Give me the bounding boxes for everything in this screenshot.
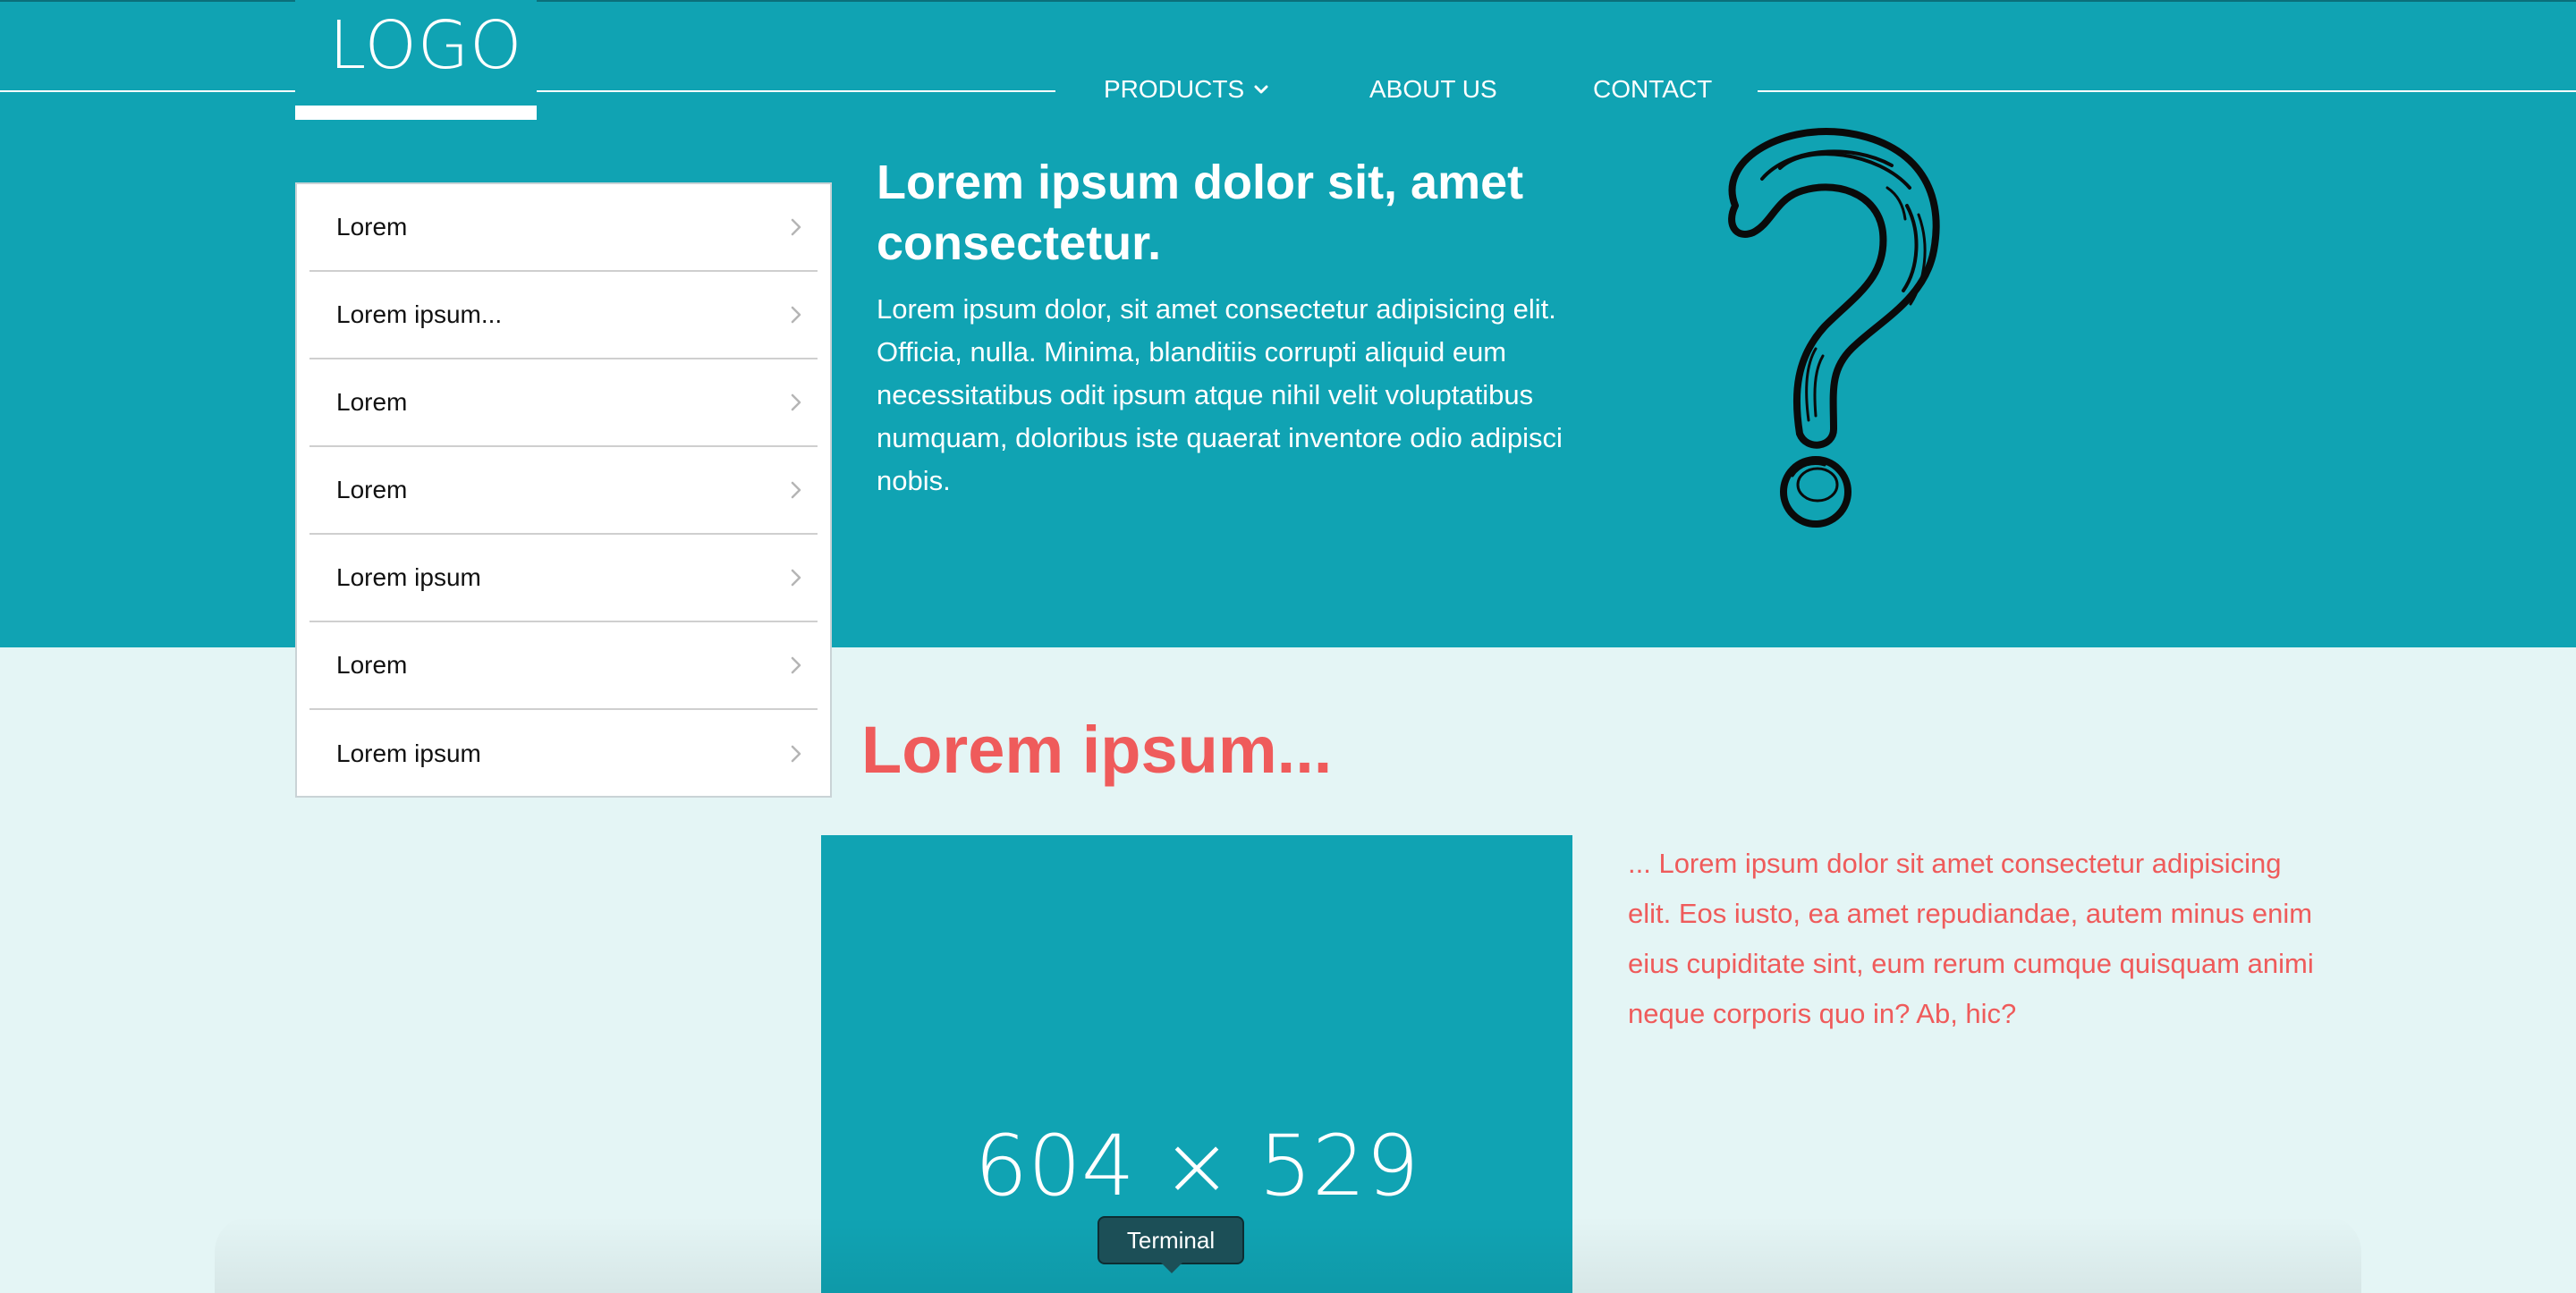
chevron-right-icon [791,393,801,411]
nav-products[interactable]: PRODUCTS [1104,75,1269,104]
sidebar-item[interactable]: Lorem ipsum [309,535,818,622]
nav-about-us-label: ABOUT US [1369,75,1497,103]
sidebar-item-label: Lorem ipsum... [336,300,503,328]
chevron-down-icon [1254,85,1268,94]
tooltip-tail [1161,1263,1182,1273]
sidebar-menu: Lorem Lorem ipsum... Lorem Lorem Lorem i… [295,182,832,798]
sidebar-item-label: Lorem ipsum [336,563,481,591]
chevron-right-icon [791,569,801,587]
nav-contact[interactable]: CONTACT [1593,75,1712,104]
section-title: Lorem ipsum... [861,713,1333,787]
nav-contact-label: CONTACT [1593,75,1713,103]
logo-text: LOGO [329,7,523,84]
chevron-right-icon [791,218,801,236]
sidebar-item[interactable]: Lorem [309,447,818,535]
logo[interactable]: LOGO [295,0,537,120]
sidebar-item[interactable]: Lorem ipsum... [309,272,818,359]
question-mark-sketch-icon [1728,128,1940,528]
sidebar-item-label: Lorem [336,476,408,503]
sidebar-item-label: Lorem ipsum [336,739,481,767]
nav-about-us[interactable]: ABOUT US [1369,75,1497,104]
placeholder-size-label: 604 × 529 [974,1118,1419,1215]
sidebar-item-label: Lorem [336,388,408,416]
hero-title: Lorem ipsum dolor sit, amet consectetur. [877,156,1524,270]
nav-divider-right [1758,90,2576,92]
nav-products-label: PRODUCTS [1104,75,1245,103]
sidebar-item-label: Lorem [336,651,408,679]
main-nav: PRODUCTS ABOUT US CONTACT [1055,72,1758,111]
chevron-right-icon [791,745,801,763]
terminal-tooltip: Terminal [1097,1216,1244,1264]
sidebar-item[interactable]: Lorem [309,622,818,710]
section-text: ... Lorem ipsum dolor sit amet consectet… [1628,848,2314,1029]
hero-text: Lorem ipsum dolor, sit amet consectetur … [877,293,1563,496]
sidebar-item[interactable]: Lorem [309,184,818,272]
chevron-right-icon [791,656,801,674]
sidebar-item[interactable]: Lorem [309,359,818,447]
chevron-right-icon [791,306,801,324]
sidebar-item[interactable]: Lorem ipsum [309,710,818,798]
sidebar-item-label: Lorem [336,213,408,241]
chevron-right-icon [791,481,801,499]
